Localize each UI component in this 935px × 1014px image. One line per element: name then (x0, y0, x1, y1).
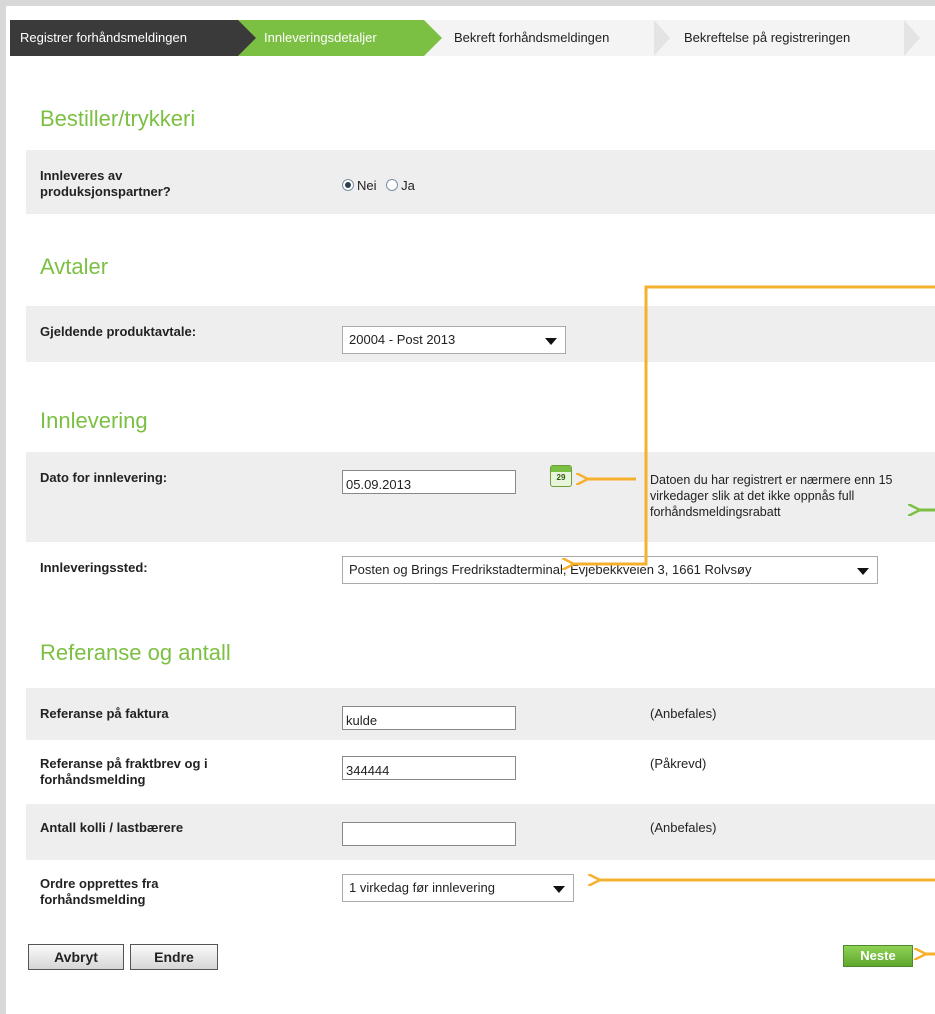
step-register[interactable]: Registrer forhåndsmeldingen (10, 20, 256, 56)
step-label: Bekreft forhåndsmeldingen (454, 30, 610, 45)
radio-yes-label: Ja (401, 178, 415, 193)
step-label: Innleveringsdetaljer (264, 30, 377, 45)
cancel-button[interactable]: Avbryt (28, 944, 124, 970)
delivery-place-value: Posten og Brings Fredrikstadterminal, Ev… (349, 562, 752, 577)
parcel-count-label: Antall kolli / lastbærere (40, 820, 184, 835)
next-button[interactable]: Neste (843, 945, 913, 967)
row-order-created: Ordre opprettes fra forhåndsmelding 1 vi… (26, 862, 935, 916)
row-parcel-count: Antall kolli / lastbærere (Anbefales) (26, 804, 935, 860)
order-created-label: Ordre opprettes fra forhåndsmelding (40, 876, 159, 907)
radio-no[interactable]: Nei (342, 178, 377, 193)
chevron-down-icon (545, 338, 557, 345)
delivery-date-label: Dato for innlevering: (40, 470, 168, 485)
parcel-count-hint: (Anbefales) (650, 820, 717, 835)
section-title: Innlevering (40, 408, 148, 433)
section-title: Referanse og antall (40, 640, 231, 665)
calendar-day: 29 (556, 473, 566, 482)
row-freight-reference: Referanse på fraktbrev og i forhåndsmeld… (26, 744, 935, 800)
step-label: Registrer forhåndsmeldingen (20, 30, 187, 45)
freight-reference-label: Referanse på fraktbrev og i forhåndsmeld… (40, 756, 208, 787)
invoice-reference-label: Referanse på faktura (40, 706, 169, 721)
product-agreement-value: 20004 - Post 2013 (349, 332, 456, 347)
invoice-reference-input[interactable] (342, 706, 516, 730)
parcel-count-input[interactable] (342, 822, 516, 846)
radio-no-label: Nei (357, 178, 377, 193)
invoice-reference-hint: (Anbefales) (650, 706, 717, 721)
freight-reference-hint: (Påkrevd) (650, 756, 707, 771)
product-agreement-label: Gjeldende produktavtale: (40, 324, 197, 339)
delivery-place-label: Innleveringssted: (40, 560, 148, 575)
row-invoice-reference: Referanse på faktura (Anbefales) (26, 688, 935, 740)
chevron-down-icon (553, 886, 565, 893)
row-production-partner: Innleveres av produksjonspartner? Nei Ja (26, 150, 935, 214)
radio-yes-button[interactable] (386, 179, 399, 191)
production-partner-label: Innleveres av produksjonspartner? (40, 168, 171, 199)
radio-yes[interactable]: Ja (386, 178, 415, 193)
row-delivery-date: Dato for innlevering: 29 Datoen du har r… (26, 452, 935, 542)
order-created-select[interactable]: 1 virkedag før innlevering (342, 874, 574, 902)
step-label: Bekreftelse på registreringen (684, 30, 851, 45)
edit-button[interactable]: Endre (130, 944, 218, 970)
chevron-down-icon (857, 568, 869, 575)
row-delivery-place: Innleveringssted: Posten og Brings Fredr… (26, 548, 935, 598)
partner-radio-group: Nei Ja (342, 178, 415, 193)
delivery-place-select[interactable]: Posten og Brings Fredrikstadterminal, Ev… (342, 556, 878, 584)
order-created-value: 1 virkedag før innlevering (349, 880, 495, 895)
row-product-agreement: Gjeldende produktavtale: 20004 - Post 20… (26, 306, 935, 362)
product-agreement-select[interactable]: 20004 - Post 2013 (342, 326, 566, 354)
date-discount-notice: Datoen du har registrert er nærmere enn … (650, 473, 893, 519)
section-title: Bestiller/trykkeri (40, 106, 196, 131)
section-title: Avtaler (40, 254, 109, 279)
step-confirm[interactable]: Bekreft forhåndsmeldingen (424, 20, 670, 56)
step-delivery-details[interactable]: Innleveringsdetaljer (238, 20, 442, 56)
freight-reference-input[interactable] (342, 756, 516, 780)
calendar-icon[interactable]: 29 (550, 465, 572, 487)
step-confirmation[interactable]: Bekreftelse på registreringen (654, 20, 920, 56)
progress-steps: Registrer forhåndsmeldingen Innleverings… (10, 20, 935, 56)
delivery-date-input[interactable] (342, 470, 516, 494)
radio-no-button[interactable] (342, 179, 354, 191)
